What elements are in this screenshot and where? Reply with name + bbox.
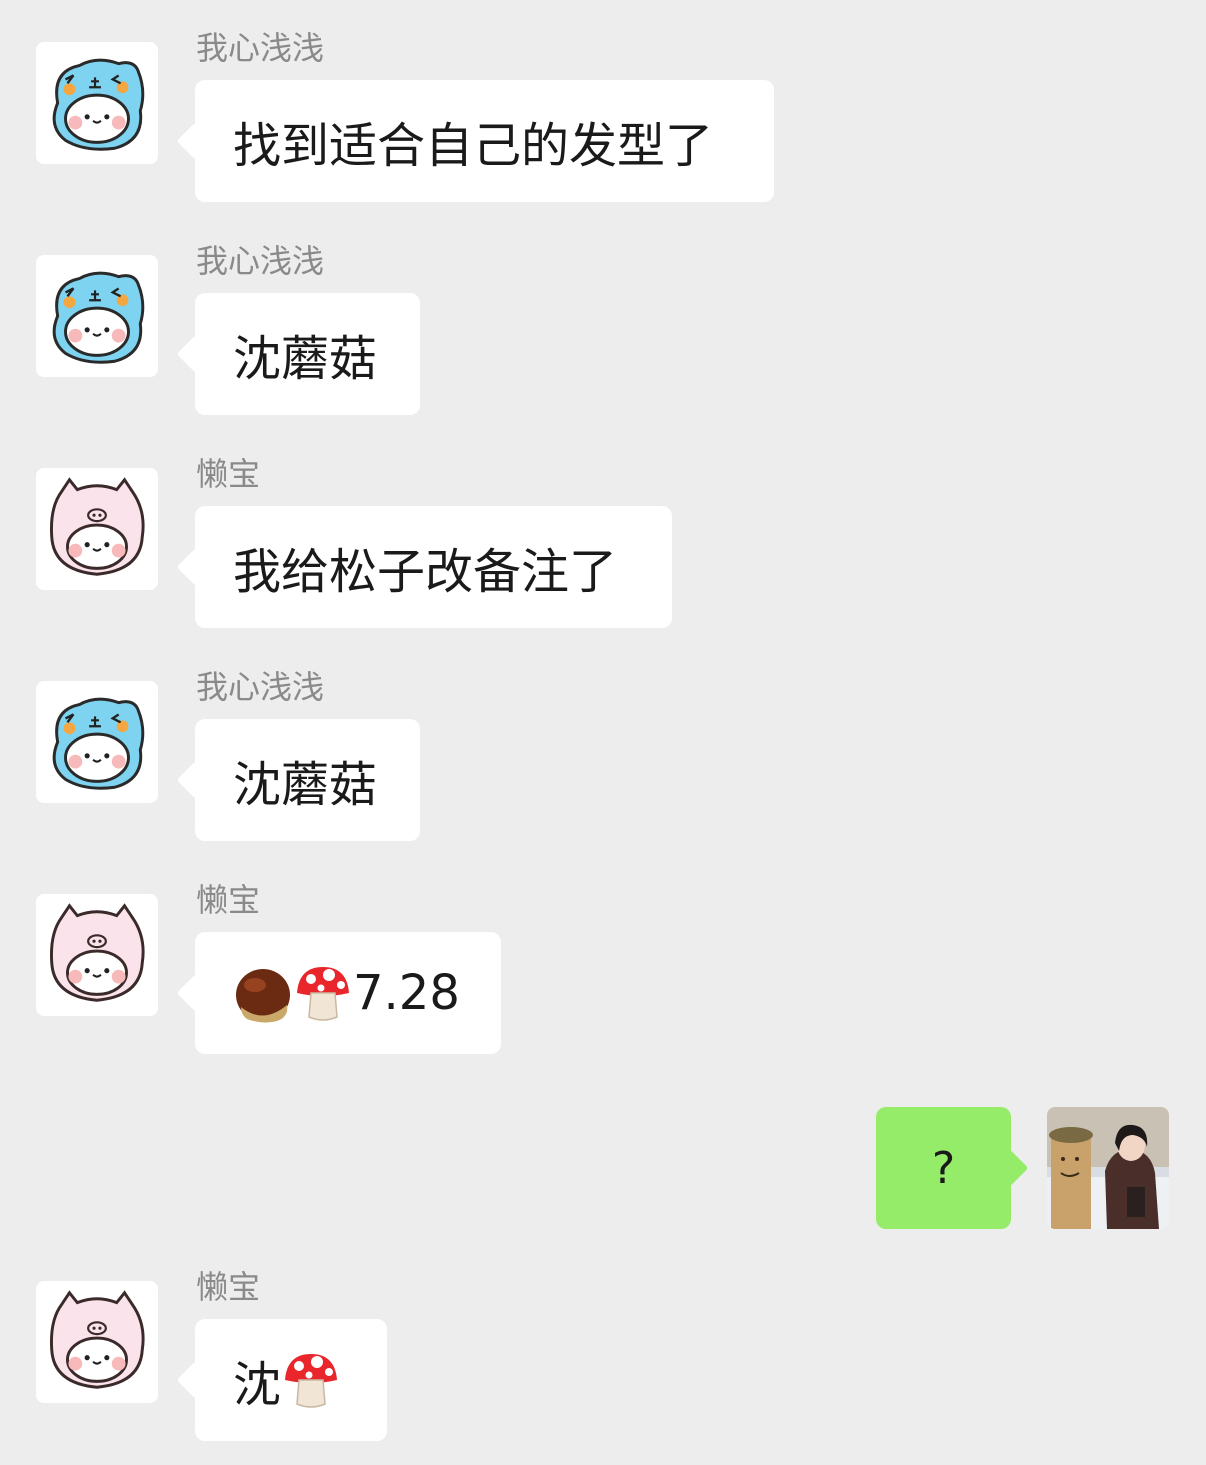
message-text: ? — [931, 1142, 956, 1194]
message-text: 7.28 — [353, 965, 460, 1021]
message-bubble[interactable]: 沈 — [195, 1319, 387, 1441]
sender-name: 懒宝 — [196, 881, 261, 919]
pig-hood-avatar[interactable] — [36, 1281, 158, 1403]
cat-hood-avatar[interactable] — [36, 255, 158, 377]
message-bubble-outgoing[interactable]: ? — [876, 1107, 1011, 1229]
mushroom-emoji — [281, 1350, 341, 1410]
message-bubble[interactable]: 我给松子改备注了 — [195, 506, 672, 628]
pig-hood-avatar[interactable] — [36, 894, 158, 1016]
message-text: 沈 — [233, 1357, 282, 1413]
pig-hood-avatar[interactable] — [36, 468, 158, 590]
chat-area[interactable]: 我心浅浅 找到适合自己的发型了 我心浅浅 沈蘑菇 懒宝 我给松子改备注了 我心浅… — [0, 0, 1206, 1465]
message-bubble[interactable]: 找到适合自己的发型了 — [195, 80, 774, 202]
chestnut-emoji — [233, 963, 293, 1023]
cat-hood-avatar[interactable] — [36, 42, 158, 164]
sender-name: 我心浅浅 — [196, 242, 325, 280]
sender-name: 懒宝 — [196, 1268, 261, 1306]
mushroom-emoji — [293, 963, 353, 1023]
message-text: 我给松子改备注了 — [233, 544, 618, 600]
sender-name: 我心浅浅 — [196, 668, 325, 706]
message-text: 沈蘑菇 — [233, 757, 378, 813]
message-bubble[interactable]: 沈蘑菇 — [195, 293, 420, 415]
message-bubble[interactable]: 7.28 — [195, 932, 501, 1054]
photo-avatar[interactable] — [1047, 1107, 1169, 1229]
sender-name: 懒宝 — [196, 455, 261, 493]
message-text: 沈蘑菇 — [233, 331, 378, 387]
cat-hood-avatar[interactable] — [36, 681, 158, 803]
message-bubble[interactable]: 沈蘑菇 — [195, 719, 420, 841]
sender-name: 我心浅浅 — [196, 29, 325, 67]
message-text: 找到适合自己的发型了 — [233, 118, 714, 174]
